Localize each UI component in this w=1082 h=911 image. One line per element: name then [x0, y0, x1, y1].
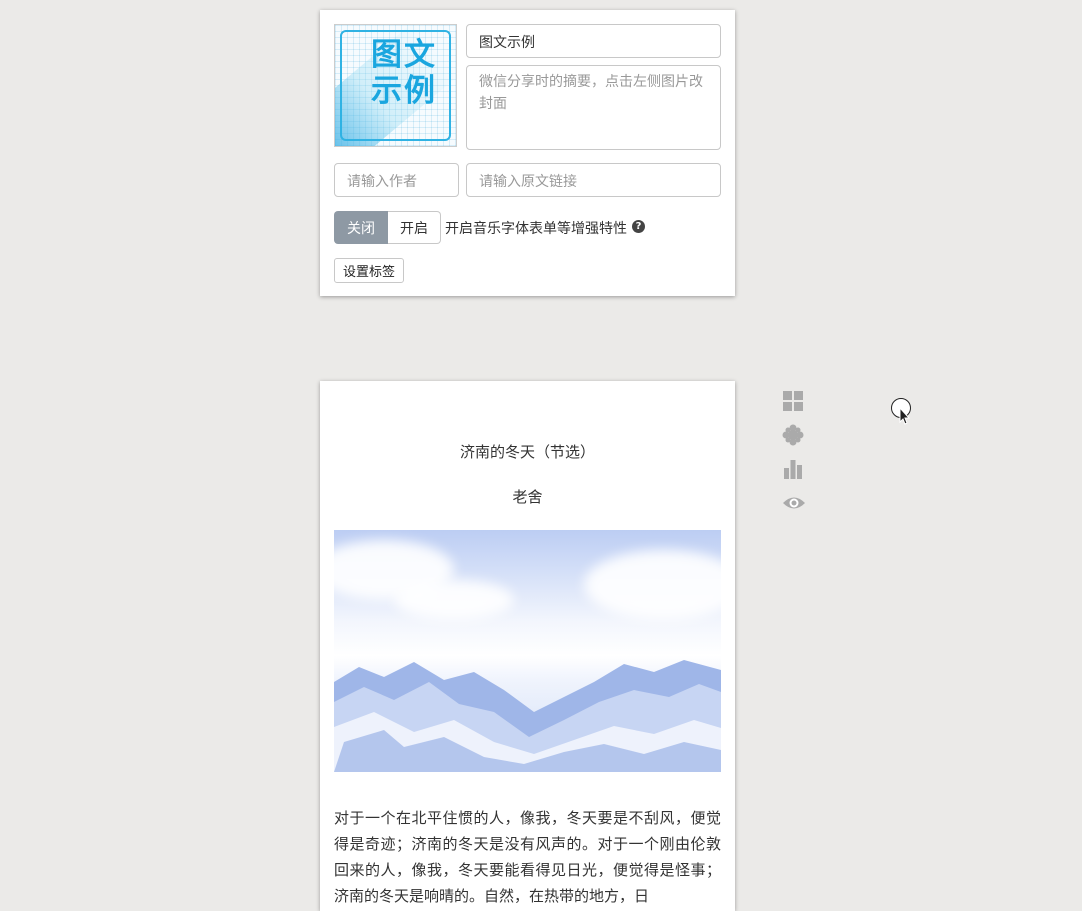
cover-text-line2: 示例: [371, 73, 437, 109]
eye-icon[interactable]: [782, 492, 805, 514]
cover-image[interactable]: 图文 示例: [334, 24, 457, 147]
title-input[interactable]: 图文示例: [466, 24, 721, 58]
article-meta-card: 图文 示例 图文示例 微信分享时的摘要，点击左侧图片改封面 请输入作者 请输入原…: [320, 10, 735, 296]
article-author: 老舍: [512, 488, 543, 506]
set-tags-button[interactable]: 设置标签: [334, 258, 404, 283]
toggle-off-button[interactable]: 关闭: [334, 211, 388, 244]
help-icon[interactable]: ?: [632, 220, 645, 233]
enhance-toggle[interactable]: 关闭 开启: [334, 211, 441, 244]
digest-textarea[interactable]: 微信分享时的摘要，点击左侧图片改封面: [466, 65, 721, 150]
cover-text: 图文 示例: [371, 37, 445, 109]
source-link-input[interactable]: 请输入原文链接: [466, 163, 721, 197]
mouse-cursor-icon: [891, 398, 913, 426]
article-body: 对于一个在北平住惯的人，像我，冬天要是不刮风，便觉得是奇迹；济南的冬天是没有风声…: [334, 809, 721, 905]
grid-icon[interactable]: [782, 390, 804, 412]
bar-chart-icon[interactable]: [782, 458, 804, 480]
toggle-on-button[interactable]: 开启: [388, 211, 441, 244]
article-title: 济南的冬天（节选）: [459, 443, 595, 461]
author-input[interactable]: 请输入作者: [334, 163, 459, 197]
mountain-illustration: [334, 660, 721, 772]
article-image: [334, 530, 721, 772]
article-preview-card: 济南的冬天（节选） 老舍 对于一个在北平住惯的人，像我，冬天要是不刮风，便觉得是…: [320, 381, 735, 911]
puzzle-icon[interactable]: [782, 424, 804, 446]
cover-text-line1: 图文: [371, 37, 437, 73]
enhance-label: 开启音乐字体表单等增强特性: [445, 221, 627, 237]
